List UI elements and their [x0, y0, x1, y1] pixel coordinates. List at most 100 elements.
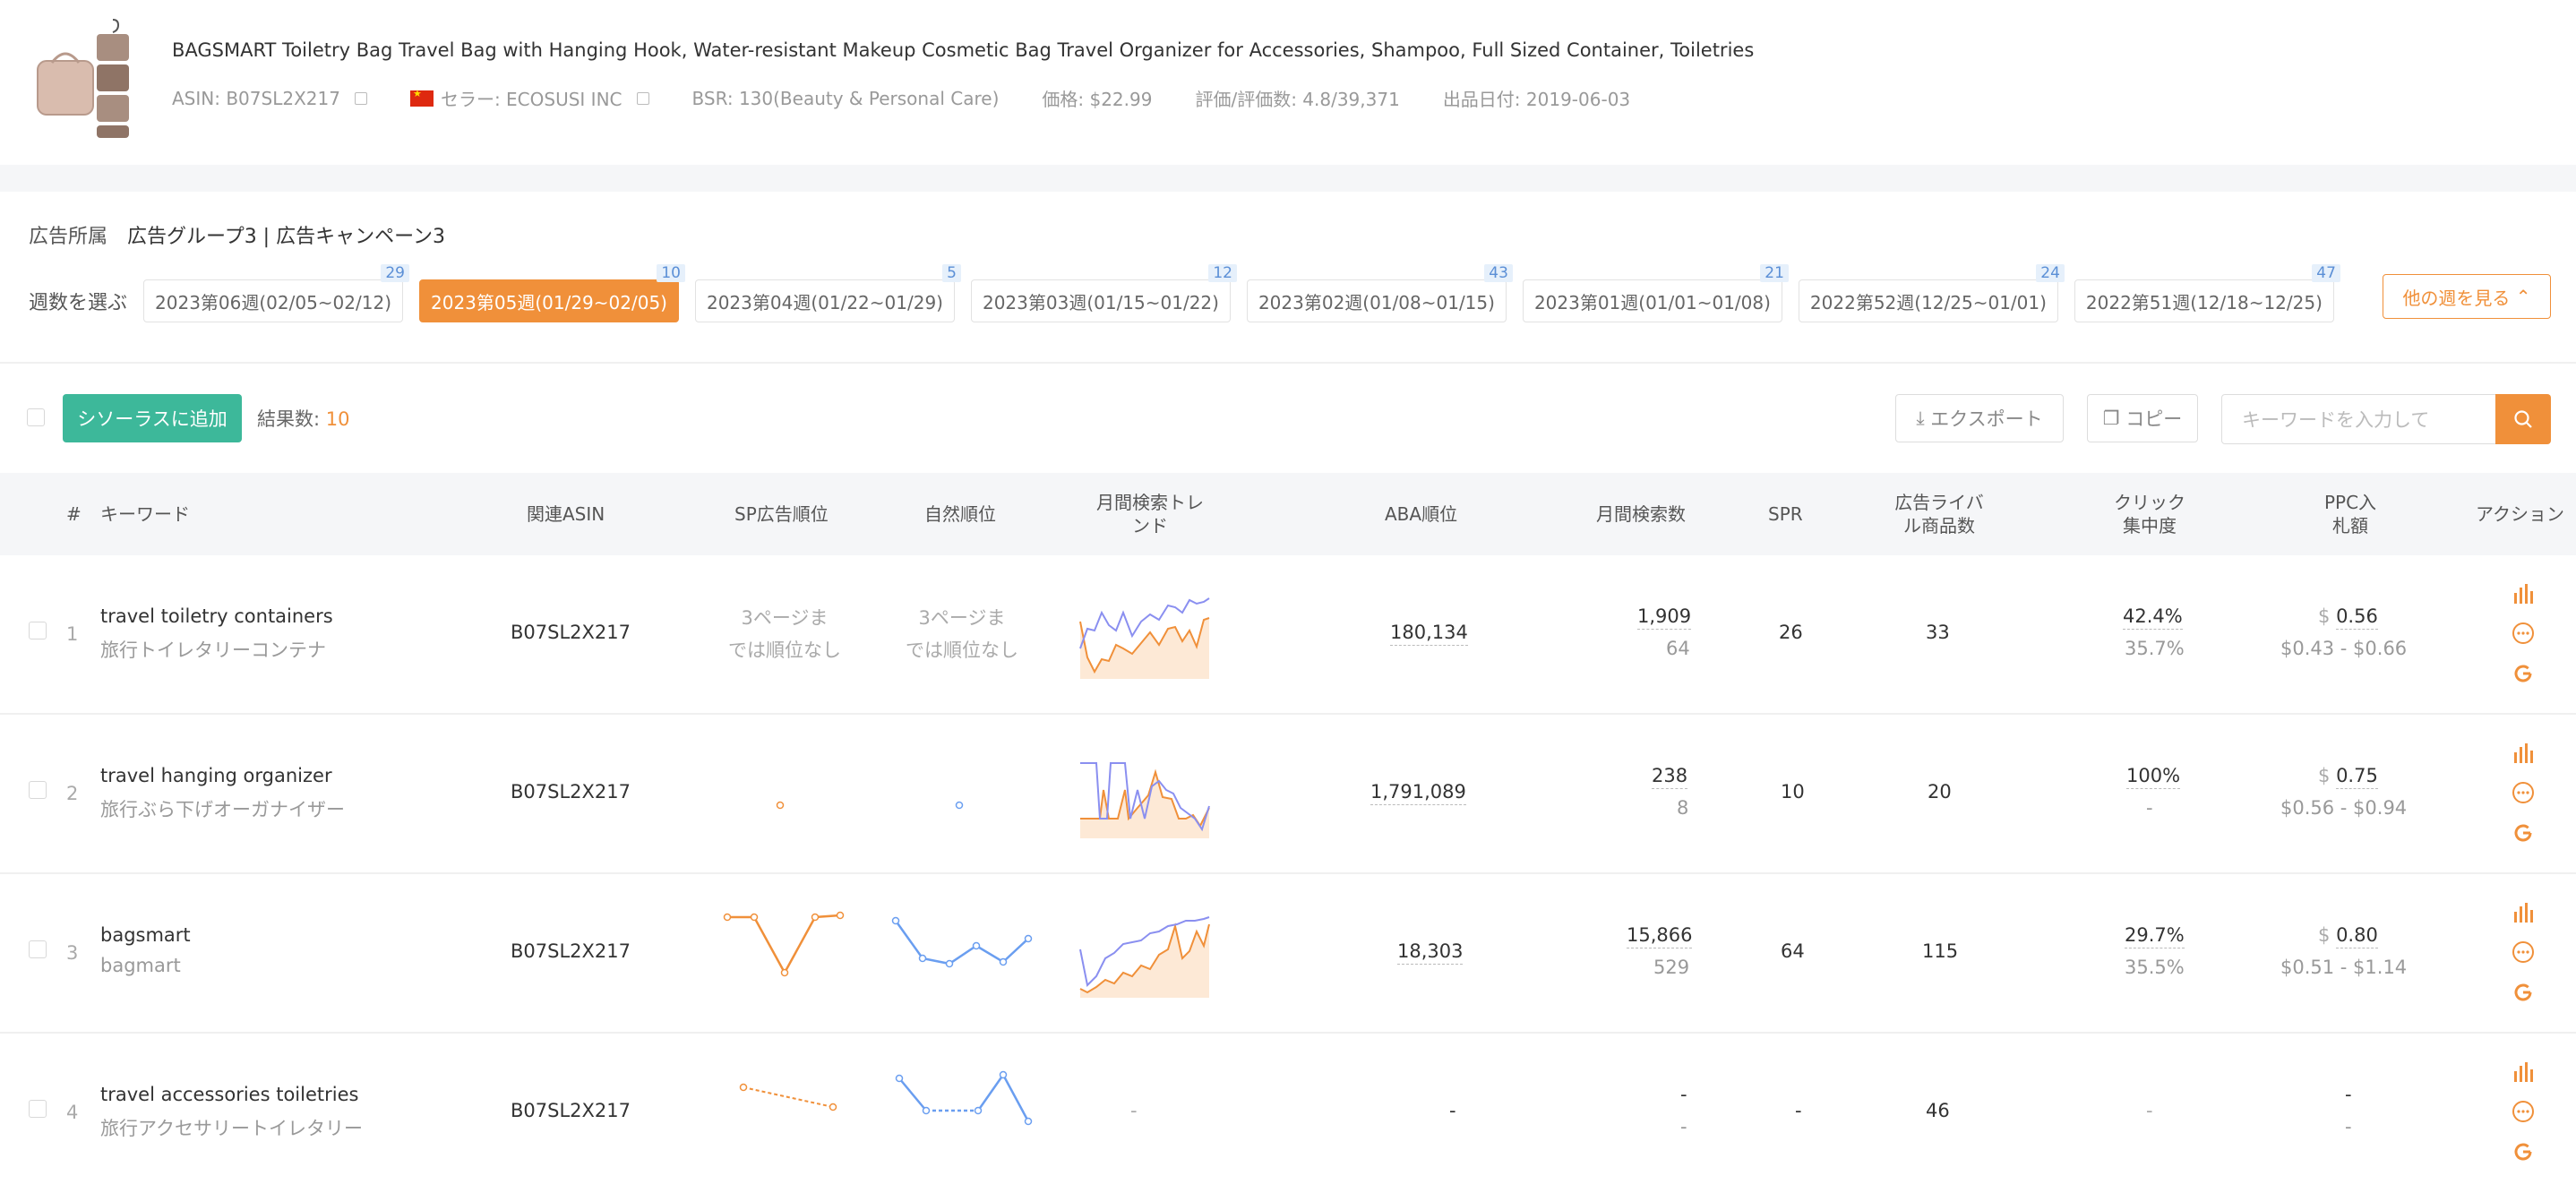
- keyword-text[interactable]: travel toiletry containers: [100, 605, 333, 627]
- table-row: 3 bagsmart bagmart B07SL2X217 18,303 15,…: [0, 874, 2576, 1034]
- ppc-bid-value[interactable]: 0.75: [2336, 765, 2378, 789]
- rival-count: 115: [1922, 940, 1959, 962]
- natural-rank-sparkline[interactable]: [953, 799, 966, 811]
- external-link-icon[interactable]: [636, 91, 649, 105]
- keyword-translation: 旅行アクセサリートイレタリー: [100, 1118, 363, 1139]
- copy-button[interactable]: ❐ コピー: [2087, 394, 2198, 442]
- row-actions: [2508, 743, 2538, 862]
- currency-symbol: $: [2318, 765, 2331, 786]
- sp-rank-sparkline[interactable]: [736, 1080, 838, 1116]
- related-asin[interactable]: B07SL2X217: [511, 1100, 631, 1121]
- monthly-searches-value[interactable]: 238: [1652, 765, 1688, 789]
- more-icon[interactable]: [2512, 622, 2535, 645]
- col-rivals[interactable]: 広告ライバ ル商品数: [1890, 491, 1988, 537]
- row-checkbox[interactable]: [29, 622, 47, 639]
- week-label: 週数を選ぶ: [29, 292, 128, 314]
- row-checkbox[interactable]: [29, 940, 47, 958]
- table-row: 2 travel hanging organizer 旅行ぶら下げオーガナイザー…: [0, 715, 2576, 874]
- more-icon[interactable]: [2512, 940, 2535, 964]
- week-badge: 5: [942, 264, 961, 282]
- google-icon[interactable]: [2512, 1141, 2534, 1163]
- aba-rank: 18,303: [1397, 940, 1464, 965]
- week-tab[interactable]: 2023第03週(01/15~01/22) 12: [970, 264, 1237, 322]
- search-button[interactable]: [2495, 394, 2551, 444]
- click-concentration-value[interactable]: 29.7%: [2125, 924, 2185, 948]
- google-icon[interactable]: [2512, 822, 2534, 844]
- week-tab-label: 2023第04週(01/22~01/29): [706, 291, 943, 313]
- sp-rank-sparkline[interactable]: [774, 799, 786, 811]
- week-tab[interactable]: 2023第01週(01/01~01/08) 21: [1522, 264, 1789, 322]
- week-tab-selected[interactable]: 2023第05週(01/29~02/05) 10: [419, 264, 685, 322]
- related-asin[interactable]: B07SL2X217: [511, 622, 631, 643]
- aba-rank: 1,791,089: [1370, 781, 1466, 805]
- asin-link[interactable]: ASIN: B07SL2X217: [172, 88, 340, 109]
- aba-rank-value[interactable]: 180,134: [1390, 622, 1468, 646]
- aba-rank-value[interactable]: 18,303: [1397, 940, 1464, 965]
- bar-chart-icon[interactable]: [2512, 903, 2534, 923]
- more-weeks-button[interactable]: 他の週を見る ⌃: [2383, 274, 2551, 319]
- natural-rank-sparkline[interactable]: [887, 915, 1034, 973]
- bar-chart-icon[interactable]: [2512, 743, 2534, 763]
- ppc-bid-value[interactable]: 0.56: [2336, 605, 2378, 630]
- spr-value: 64: [1781, 940, 1805, 962]
- keyword-text[interactable]: travel accessories toiletries: [100, 1084, 358, 1105]
- trend-sparkline[interactable]: [1078, 595, 1211, 679]
- aba-rank-value[interactable]: 1,791,089: [1370, 781, 1466, 805]
- week-tab[interactable]: 2023第04週(01/22~01/29) 5: [694, 264, 961, 322]
- ppc-bid-value[interactable]: 0.80: [2336, 924, 2378, 948]
- col-click[interactable]: クリック 集中度: [2108, 491, 2191, 537]
- more-icon[interactable]: [2512, 1100, 2535, 1123]
- china-flag-icon: [409, 88, 434, 107]
- monthly-searches-value[interactable]: 1,909: [1637, 605, 1692, 630]
- click-concentration: -: [2146, 1100, 2153, 1121]
- trend-sparkline[interactable]: [1078, 914, 1211, 998]
- related-asin[interactable]: B07SL2X217: [511, 940, 631, 962]
- col-natural-rank[interactable]: 自然順位: [924, 502, 996, 526]
- click-concentration-value[interactable]: 42.4%: [2123, 605, 2183, 630]
- google-icon[interactable]: [2512, 663, 2534, 684]
- sp-rank-sparkline[interactable]: [722, 910, 847, 978]
- week-tab[interactable]: 2022第52週(12/25~01/01) 24: [1798, 264, 2065, 322]
- ppc-range: $0.43 - $0.66: [2280, 638, 2408, 659]
- week-tab[interactable]: 2023第02週(01/08~01/15) 43: [1246, 264, 1513, 322]
- trend-sparkline[interactable]: [1078, 754, 1211, 838]
- week-tab-label: 2023第02週(01/08~01/15): [1258, 291, 1495, 313]
- select-all-checkbox[interactable]: [27, 408, 45, 426]
- monthly-searches: -: [1680, 1084, 1687, 1105]
- seller-link[interactable]: セラー: ECOSUSI INC: [441, 85, 623, 111]
- keyword-search-input[interactable]: キーワードを入力して: [2221, 394, 2497, 444]
- col-keyword[interactable]: キーワード: [100, 502, 190, 526]
- col-spr[interactable]: SPR: [1768, 502, 1803, 526]
- external-link-icon[interactable]: [354, 91, 367, 105]
- col-searches[interactable]: 月間検索数: [1596, 502, 1686, 526]
- col-sp-rank[interactable]: SP広告順位: [734, 502, 829, 526]
- add-to-thesaurus-button[interactable]: シソーラスに追加: [63, 394, 242, 442]
- product-thumbnail[interactable]: [34, 18, 137, 139]
- col-action: アクション: [2476, 503, 2564, 525]
- bar-chart-icon[interactable]: [2512, 584, 2534, 604]
- product-title[interactable]: BAGSMART Toiletry Bag Travel Bag with Ha…: [172, 39, 1754, 61]
- click-concentration-sub: 35.7%: [2125, 638, 2185, 659]
- click-concentration-sub: 35.5%: [2125, 957, 2185, 978]
- col-aba[interactable]: ABA順位: [1385, 502, 1457, 526]
- week-tab[interactable]: 2022第51週(12/18~12/25) 47: [2074, 264, 2340, 322]
- related-asin[interactable]: B07SL2X217: [511, 781, 631, 802]
- keyword-text[interactable]: travel hanging organizer: [100, 765, 332, 786]
- bar-chart-icon[interactable]: [2512, 1062, 2534, 1082]
- monthly-searches-value[interactable]: 15,866: [1627, 924, 1693, 948]
- export-button[interactable]: ⤓ エクスポート: [1895, 394, 2064, 442]
- more-weeks-label: 他の週を見る: [2402, 287, 2511, 309]
- week-tab-label: 2023第05週(01/29~02/05): [431, 291, 667, 313]
- natural-rank-sparkline[interactable]: [892, 1069, 1035, 1127]
- keyword-text[interactable]: bagsmart: [100, 924, 191, 946]
- click-concentration: 100%: [2126, 765, 2181, 789]
- week-tab[interactable]: 2023第06週(02/05~02/12) 29: [143, 264, 409, 322]
- row-number: 2: [66, 783, 79, 804]
- google-icon[interactable]: [2512, 982, 2534, 1003]
- ppc-bid: $ 0.75: [2318, 765, 2378, 789]
- row-checkbox[interactable]: [29, 781, 47, 799]
- col-ppc[interactable]: PPC入 札額: [2307, 491, 2393, 537]
- more-icon[interactable]: [2512, 781, 2535, 804]
- row-checkbox[interactable]: [29, 1100, 47, 1118]
- click-concentration-value[interactable]: 100%: [2126, 765, 2181, 789]
